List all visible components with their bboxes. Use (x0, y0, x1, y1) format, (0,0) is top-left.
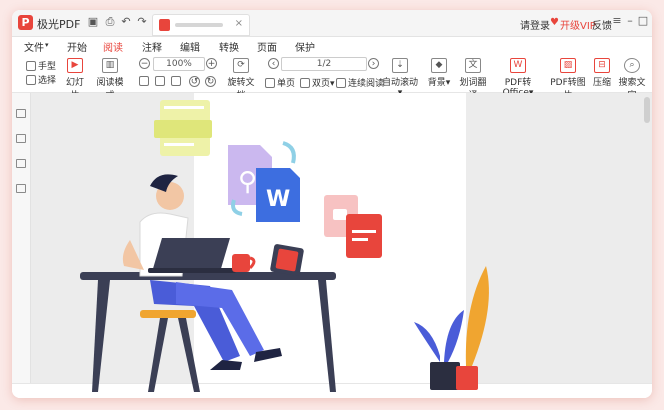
maximize-icon[interactable]: □ (636, 14, 650, 27)
document-tab-title (175, 23, 223, 27)
chevron-down-icon: ▾ (45, 41, 49, 49)
single-page-button[interactable]: 单页 (265, 76, 295, 89)
autoscroll-label: 自动滚动 (381, 78, 418, 88)
background-button[interactable]: ◆ 背景▾ (426, 58, 452, 88)
pdf-to-office-button[interactable]: WPDF转Office▾ (493, 58, 543, 98)
app-name: 极光PDF (37, 18, 81, 31)
book-icon: ▥ (102, 58, 118, 73)
hand-icon (26, 61, 36, 71)
pdf-page (194, 93, 466, 383)
app-window: P 极光PDF ▣ ⎙ ↶ ↷ × 请登录 ♥ 开级VIP 反馈 ≡ – □ 文… (12, 10, 652, 398)
fit-width-icon[interactable] (155, 76, 167, 87)
undo-icon[interactable]: ↶ (119, 15, 133, 29)
double-page-icon (300, 78, 310, 88)
double-label: 双页 (312, 79, 331, 89)
page-input[interactable]: 1/2 (281, 57, 367, 71)
image-icon: ▨ (560, 58, 576, 73)
print-icon[interactable]: ⎙ (103, 15, 117, 29)
continuous-label: 连续阅读 (348, 79, 385, 89)
save-icon[interactable]: ▣ (86, 15, 100, 29)
compress-label: 压缩 (592, 78, 611, 88)
cursor-icon (26, 75, 36, 85)
fit-page-icon[interactable] (139, 76, 151, 87)
auto-scroll-button[interactable]: ⇣自动滚动▾ (380, 58, 420, 98)
login-link[interactable]: 请登录 (520, 17, 550, 32)
feedback-link[interactable]: 反馈 (592, 17, 612, 32)
document-workspace (12, 93, 652, 383)
hand-tool[interactable]: 手型 (26, 59, 56, 72)
bookmark-icon[interactable] (16, 184, 26, 193)
pdf-file-icon (159, 19, 170, 31)
list-icon[interactable] (16, 109, 26, 118)
single-label: 单页 (277, 79, 296, 89)
status-bar (12, 383, 652, 398)
scrollbar[interactable] (644, 97, 650, 123)
actual-size-glyph (171, 76, 181, 86)
scroll-icon: ⇣ (392, 58, 408, 73)
single-page-icon (265, 78, 275, 88)
search-icon: ⌕ (624, 58, 640, 73)
menu-convert[interactable]: 转换 (219, 39, 239, 54)
menu-start[interactable]: 开始 (67, 39, 87, 54)
menu-icon[interactable]: ≡ (610, 14, 624, 27)
select-label: 选择 (38, 76, 57, 86)
translate-icon: 文 (465, 58, 481, 73)
close-tab-icon[interactable]: × (235, 18, 243, 29)
menu-edit[interactable]: 编辑 (180, 39, 200, 54)
double-page-button[interactable]: 双页▾ (300, 76, 335, 89)
next-page-icon[interactable]: › (368, 58, 379, 69)
thumbnails-icon[interactable] (16, 134, 26, 143)
toolbar: 手型 选择 ▶幻灯片 ▥阅读模式 − 100% + ↺ ↻ ⟳旋转文档 ‹ 1/… (12, 55, 652, 101)
redo-icon[interactable]: ↷ (135, 15, 149, 29)
compress-button[interactable]: ⊟ 压缩 (592, 58, 612, 88)
menu-protect[interactable]: 保护 (295, 39, 315, 54)
fit-page-glyph (139, 76, 149, 86)
menu-page[interactable]: 页面 (257, 39, 277, 54)
upgrade-vip-link[interactable]: 开级VIP (560, 17, 596, 32)
menu-file[interactable]: 文件 (24, 39, 44, 54)
zoom-in-icon[interactable]: + (206, 58, 217, 69)
title-bar: P 极光PDF ▣ ⎙ ↶ ↷ × 请登录 ♥ 开级VIP 反馈 ≡ – □ (12, 10, 652, 37)
rotate-right-icon[interactable]: ↻ (205, 76, 216, 87)
app-logo: P (18, 15, 33, 30)
zoom-input[interactable]: 100% (153, 57, 205, 71)
rotate-doc-icon: ⟳ (233, 58, 249, 73)
continuous-read-button[interactable]: 连续阅读 (336, 76, 384, 89)
minimize-icon[interactable]: – (623, 14, 637, 27)
actual-size-icon[interactable] (171, 76, 183, 87)
image-panel-icon[interactable] (16, 159, 26, 168)
zoom-out-icon[interactable]: − (139, 58, 150, 69)
fit-width-glyph (155, 76, 165, 86)
menu-bar: 文件 ▾ 开始 阅读 注释 编辑 转换 页面 保护 (12, 37, 652, 57)
compress-icon: ⊟ (594, 58, 610, 73)
rotate-left-icon[interactable]: ↺ (189, 76, 200, 87)
background-label: 背景 (427, 78, 446, 88)
menu-annotate[interactable]: 注释 (142, 39, 162, 54)
select-tool[interactable]: 选择 (26, 73, 56, 86)
document-tab[interactable]: × (152, 14, 250, 36)
continuous-icon (336, 78, 346, 88)
office-icon: W (510, 58, 526, 73)
prev-page-icon[interactable]: ‹ (268, 58, 279, 69)
hand-label: 手型 (38, 62, 57, 72)
play-icon: ▶ (67, 58, 83, 73)
left-sidebar (12, 93, 31, 383)
paint-bucket-icon: ◆ (431, 58, 447, 73)
vip-heart-icon: ♥ (550, 17, 559, 28)
